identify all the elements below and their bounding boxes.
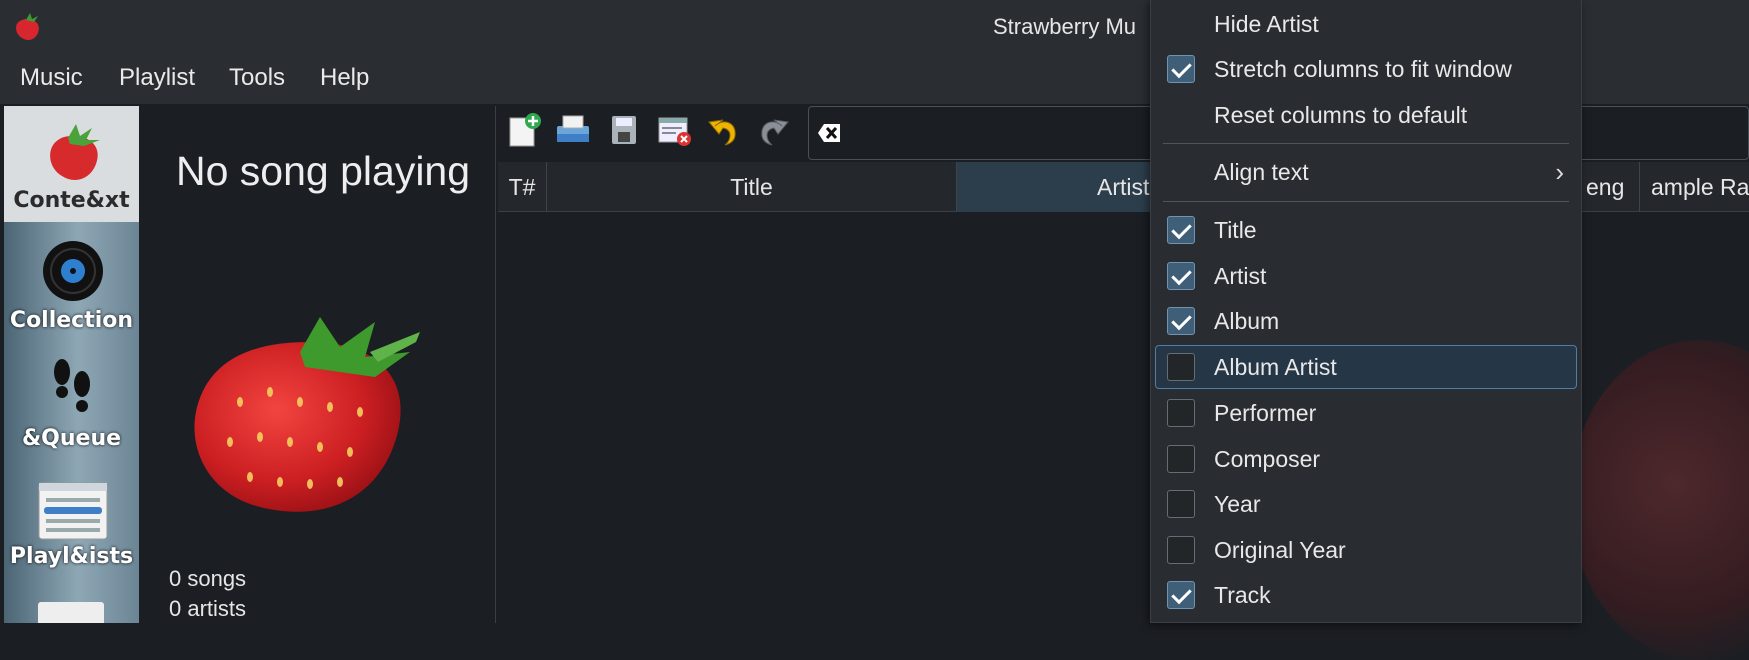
menu-separator xyxy=(1163,143,1569,144)
menu-item-column-track[interactable]: Track xyxy=(1150,572,1582,618)
album-art-strawberry xyxy=(180,312,430,526)
sidebar-item-collection[interactable]: Collection xyxy=(4,234,139,340)
strawberry-app-icon[interactable] xyxy=(10,12,44,42)
menu-help[interactable]: Help xyxy=(320,64,369,92)
now-playing-label: No song playing xyxy=(176,148,471,194)
footprints-icon xyxy=(54,359,90,412)
sidebar-item-queue[interactable]: &Queue xyxy=(4,352,139,458)
sidebar-item-partial[interactable] xyxy=(38,602,104,623)
checkbox[interactable] xyxy=(1167,581,1195,609)
load-playlist-icon[interactable] xyxy=(555,112,591,148)
sidebar-item-label: Playl&ists xyxy=(9,544,134,569)
menu-item-label: Align text xyxy=(1214,159,1309,185)
undo-icon[interactable] xyxy=(705,112,741,148)
save-playlist-icon[interactable] xyxy=(606,112,642,148)
checkbox[interactable] xyxy=(1167,445,1195,473)
clear-filter-icon[interactable] xyxy=(816,120,844,146)
checkbox[interactable] xyxy=(1167,262,1195,290)
menu-item-label: Album Artist xyxy=(1214,354,1337,380)
menu-music[interactable]: Music xyxy=(20,64,83,92)
sidebar-item-label: Collection xyxy=(9,308,134,333)
menu-item-label: Track xyxy=(1214,582,1271,608)
menu-item-label: Stretch columns to fit window xyxy=(1214,56,1512,82)
sidebar-item-label: Conte&xt xyxy=(13,188,130,213)
menu-item-label: Title xyxy=(1214,217,1257,243)
vinyl-icon xyxy=(43,241,103,301)
menu-item-column-album-artist[interactable]: Album Artist xyxy=(1150,344,1582,390)
chevron-right-icon: › xyxy=(1555,157,1564,187)
menu-item-column-original-year[interactable]: Original Year xyxy=(1150,527,1582,573)
checkbox[interactable] xyxy=(1167,536,1195,564)
checkbox[interactable] xyxy=(1167,490,1195,518)
checkbox[interactable] xyxy=(1167,353,1195,381)
sidebar-item-context[interactable]: Conte&xt xyxy=(4,112,139,222)
menu-item-label: Hide Artist xyxy=(1214,11,1319,37)
menu-separator xyxy=(1163,201,1569,202)
new-playlist-icon[interactable] xyxy=(506,112,542,148)
menu-item-column-title[interactable]: Title xyxy=(1150,207,1582,253)
menu-item-column-performer[interactable]: Performer xyxy=(1150,390,1582,436)
menu-item-align-text[interactable]: Align text › xyxy=(1150,149,1582,195)
menu-item-label: Year xyxy=(1214,491,1261,517)
song-count: 0 songs xyxy=(169,566,247,591)
menu-item-label: Artist xyxy=(1214,263,1267,289)
sidebar-item-label: &Queue xyxy=(21,426,122,451)
menu-item-label: Composer xyxy=(1214,446,1321,472)
artist-count: 0 artists xyxy=(169,596,247,621)
checkbox[interactable] xyxy=(1167,307,1195,335)
column-header-title[interactable]: Title xyxy=(547,162,957,212)
column-header-length[interactable]: eng xyxy=(1582,162,1640,212)
column-header-artist-label: Artist xyxy=(1097,173,1150,200)
menu-item-column-album[interactable]: Album xyxy=(1150,298,1582,344)
menu-item-label: Original Year xyxy=(1214,537,1346,563)
window-title: Strawberry Mu xyxy=(993,14,1137,39)
column-header-track-number[interactable]: T# xyxy=(498,162,547,212)
clear-playlist-icon[interactable] xyxy=(656,112,692,148)
menu-item-stretch-columns[interactable]: Stretch columns to fit window xyxy=(1150,46,1582,92)
menu-playlist[interactable]: Playlist xyxy=(119,64,195,92)
menu-item-column-artist[interactable]: Artist xyxy=(1150,253,1582,299)
menu-item-hide-artist[interactable]: Hide Artist xyxy=(1150,1,1582,47)
playlist-icon xyxy=(38,482,108,540)
menu-item-label: Album xyxy=(1214,308,1280,334)
sidebar-item-playlists[interactable]: Playl&ists xyxy=(4,476,139,582)
strawberry-icon xyxy=(50,124,100,180)
checkbox[interactable] xyxy=(1167,216,1195,244)
menu-item-reset-columns[interactable]: Reset columns to default xyxy=(1150,92,1582,138)
menu-item-label: Reset columns to default xyxy=(1214,102,1468,128)
menu-item-column-composer[interactable]: Composer xyxy=(1150,436,1582,482)
redo-icon[interactable] xyxy=(756,112,792,148)
menu-item-label: Performer xyxy=(1214,400,1317,426)
menu-tools[interactable]: Tools xyxy=(229,64,285,92)
checkbox[interactable] xyxy=(1167,399,1195,427)
column-header-sample-rate[interactable]: ample Ra xyxy=(1640,162,1749,212)
checkbox[interactable] xyxy=(1167,55,1195,83)
menu-item-column-year[interactable]: Year xyxy=(1150,481,1582,527)
